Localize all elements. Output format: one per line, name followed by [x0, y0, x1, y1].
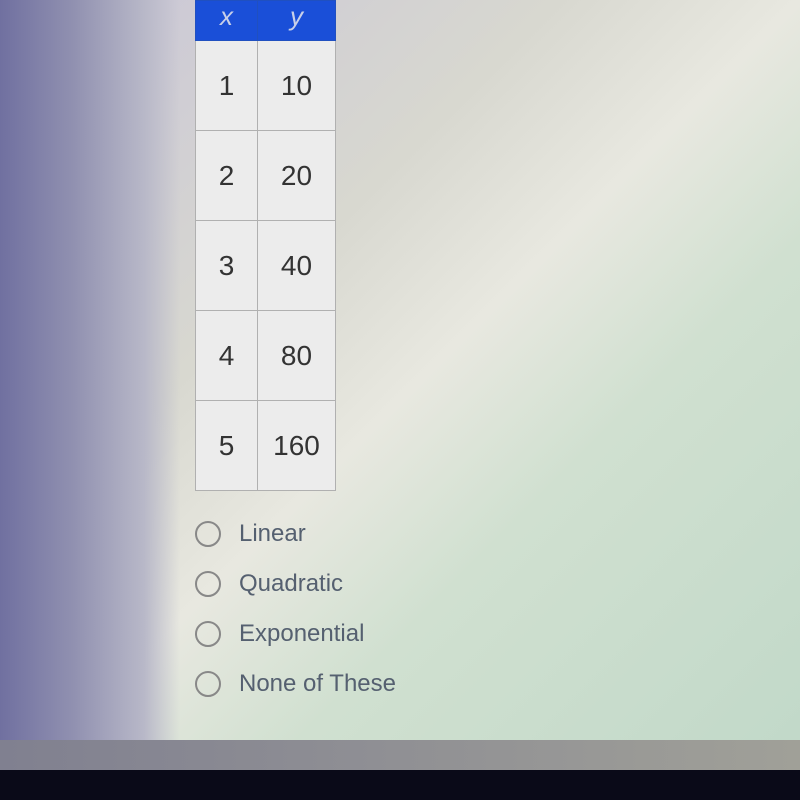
cell-y: 20 — [258, 131, 336, 221]
answer-options: Linear Quadratic Exponential None of The… — [195, 520, 396, 720]
cell-y: 80 — [258, 311, 336, 401]
bottom-bar — [0, 770, 800, 800]
header-y: y — [258, 1, 336, 41]
option-label: Quadratic — [239, 570, 343, 598]
option-label: Linear — [239, 520, 306, 548]
table-row: 3 40 — [196, 221, 336, 311]
cell-x: 5 — [196, 401, 258, 491]
option-exponential[interactable]: Exponential — [195, 620, 396, 648]
option-quadratic[interactable]: Quadratic — [195, 570, 396, 598]
option-label: Exponential — [239, 620, 364, 648]
option-linear[interactable]: Linear — [195, 520, 396, 548]
cell-y: 40 — [258, 221, 336, 311]
radio-icon — [195, 671, 221, 697]
cell-x: 4 — [196, 311, 258, 401]
xy-table: x y 1 10 2 20 3 40 4 80 5 160 — [195, 0, 336, 491]
option-label: None of These — [239, 670, 396, 698]
table-row: 5 160 — [196, 401, 336, 491]
bottom-edge-gray — [0, 740, 800, 770]
cell-x: 3 — [196, 221, 258, 311]
radio-icon — [195, 621, 221, 647]
table-row: 4 80 — [196, 311, 336, 401]
cell-y: 160 — [258, 401, 336, 491]
cell-x: 1 — [196, 41, 258, 131]
radio-icon — [195, 571, 221, 597]
option-none[interactable]: None of These — [195, 670, 396, 698]
table-row: 2 20 — [196, 131, 336, 221]
cell-y: 10 — [258, 41, 336, 131]
radio-icon — [195, 521, 221, 547]
table-row: 1 10 — [196, 41, 336, 131]
left-shadow — [0, 0, 180, 800]
header-x: x — [196, 1, 258, 41]
table-header-row: x y — [196, 1, 336, 41]
table-container: x y 1 10 2 20 3 40 4 80 5 160 — [195, 0, 336, 491]
cell-x: 2 — [196, 131, 258, 221]
